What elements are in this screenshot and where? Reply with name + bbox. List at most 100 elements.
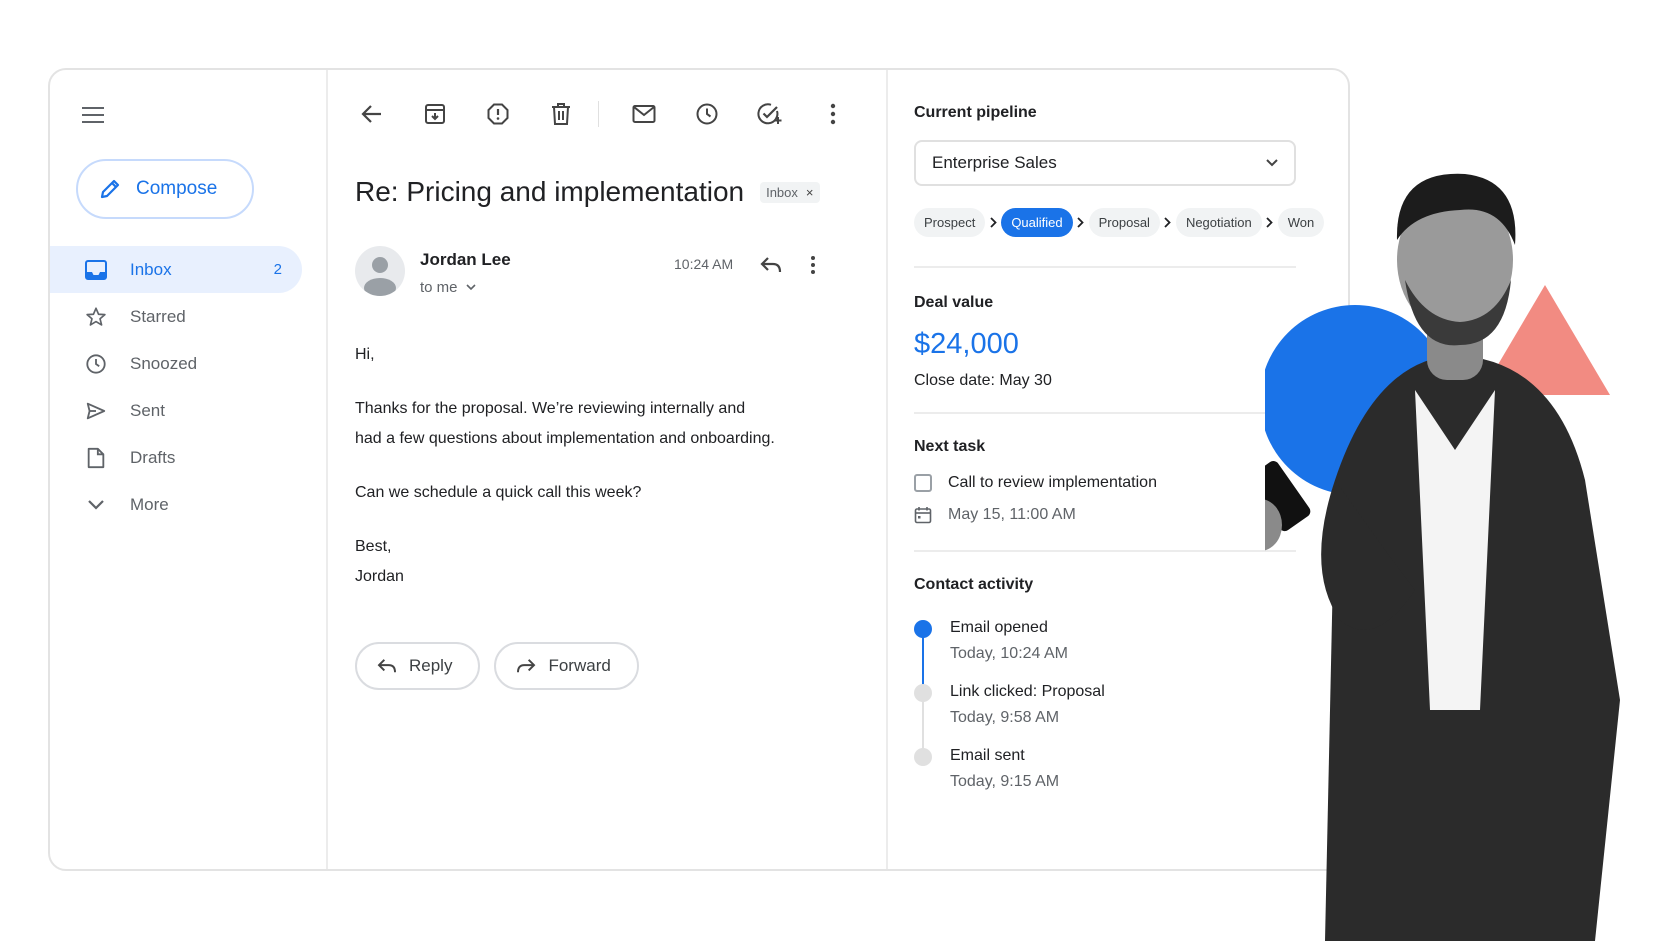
pipeline-stages: Prospect Qualified Proposal Negotiation … bbox=[914, 208, 1325, 237]
section-divider bbox=[914, 550, 1296, 552]
report-spam-button[interactable] bbox=[480, 96, 516, 132]
contact-activity-heading: Contact activity bbox=[914, 576, 1034, 593]
close-date: Close date: May 30 bbox=[914, 372, 1052, 389]
avatar[interactable] bbox=[355, 246, 405, 296]
toolbar-divider bbox=[598, 101, 599, 127]
email-paragraph: Can we schedule a quick call this week? bbox=[355, 484, 642, 501]
calendar-icon bbox=[914, 507, 932, 524]
activity-title: Email sent bbox=[950, 747, 1025, 764]
sidebar-item-starred[interactable]: Starred bbox=[50, 293, 302, 340]
pipeline-selected-value: Enterprise Sales bbox=[932, 153, 1057, 172]
forward-label: Forward bbox=[548, 656, 611, 675]
reply-actions: Reply Forward bbox=[355, 642, 639, 690]
timeline-dot bbox=[914, 620, 932, 638]
forward-button[interactable]: Forward bbox=[494, 642, 639, 690]
delete-icon bbox=[552, 103, 570, 125]
stage-negotiation[interactable]: Negotiation bbox=[1175, 208, 1262, 237]
person-icon bbox=[364, 257, 396, 296]
pencil-icon bbox=[100, 179, 120, 199]
sidebar-item-label: Snoozed bbox=[130, 353, 198, 373]
email-toolbar bbox=[354, 96, 878, 132]
person-with-phone-illustration bbox=[1265, 173, 1620, 941]
reply-label: Reply bbox=[409, 656, 453, 675]
deal-value: $24,000 bbox=[914, 328, 1019, 360]
pipeline-heading: Current pipeline bbox=[914, 104, 1037, 121]
sidebar: Compose Inbox 2 Starred Snoozed Sent Dra… bbox=[50, 70, 328, 869]
chevron-down-icon bbox=[465, 284, 476, 291]
snooze-button[interactable] bbox=[689, 96, 725, 132]
stage-prospect[interactable]: Prospect bbox=[914, 208, 986, 237]
sidebar-item-sent[interactable]: Sent bbox=[50, 387, 302, 434]
compose-label: Compose bbox=[136, 178, 218, 199]
mail-app-window: Compose Inbox 2 Starred Snoozed Sent Dra… bbox=[48, 68, 1350, 871]
pipeline-select[interactable]: Enterprise Sales bbox=[914, 140, 1296, 186]
chevron-right-icon bbox=[1160, 217, 1176, 228]
main-menu-button[interactable] bbox=[78, 100, 108, 130]
reply-icon bbox=[760, 257, 782, 273]
activity-time: Today, 9:58 AM bbox=[950, 709, 1060, 726]
sidebar-nav: Inbox 2 Starred Snoozed Sent Drafts More bbox=[50, 246, 302, 528]
activity-item[interactable]: Email sent Today, 9:15 AM bbox=[914, 746, 1105, 810]
star-icon bbox=[84, 305, 108, 329]
compose-button[interactable]: Compose bbox=[76, 159, 254, 219]
sidebar-item-drafts[interactable]: Drafts bbox=[50, 434, 302, 481]
activity-item[interactable]: Link clicked: Proposal Today, 9:58 AM bbox=[914, 682, 1105, 746]
unread-count-badge: 2 bbox=[273, 261, 282, 278]
email-paragraph: Thanks for the proposal. We’re reviewing… bbox=[355, 394, 825, 454]
sidebar-item-label: Inbox bbox=[130, 259, 172, 279]
recipient-label: to me bbox=[420, 279, 458, 296]
email-signature: Jordan bbox=[355, 568, 404, 585]
send-icon bbox=[84, 399, 108, 423]
sidebar-item-snoozed[interactable]: Snoozed bbox=[50, 340, 302, 387]
mark-unread-icon bbox=[632, 105, 656, 123]
sidebar-item-more[interactable]: More bbox=[50, 481, 302, 528]
activity-time: Today, 10:24 AM bbox=[950, 645, 1068, 662]
remove-label-icon[interactable]: × bbox=[806, 185, 814, 200]
activity-item[interactable]: Email opened Today, 10:24 AM bbox=[914, 618, 1105, 682]
section-divider bbox=[914, 412, 1296, 414]
recipient-details-toggle[interactable]: to me bbox=[420, 279, 476, 296]
draft-icon bbox=[84, 446, 108, 470]
email-signoff-line: Best, bbox=[355, 538, 392, 555]
delete-button[interactable] bbox=[543, 96, 579, 132]
archive-icon bbox=[425, 104, 445, 124]
label-chip-text: Inbox bbox=[766, 184, 798, 200]
sidebar-item-label: Drafts bbox=[130, 447, 176, 467]
back-button[interactable] bbox=[354, 96, 390, 132]
email-greeting: Hi, bbox=[355, 346, 375, 363]
mark-unread-button[interactable] bbox=[626, 96, 662, 132]
chevron-down-icon bbox=[84, 493, 108, 517]
sidebar-item-label: Sent bbox=[130, 400, 165, 420]
activity-title: Email opened bbox=[950, 619, 1048, 636]
archive-button[interactable] bbox=[417, 96, 453, 132]
sender-name[interactable]: Jordan Lee bbox=[420, 250, 511, 270]
more-vert-icon bbox=[811, 256, 815, 274]
deal-value-heading: Deal value bbox=[914, 294, 994, 311]
label-chip: Inbox × bbox=[760, 181, 820, 203]
next-task-heading: Next task bbox=[914, 438, 986, 455]
quick-reply-button[interactable] bbox=[756, 250, 786, 280]
inbox-icon bbox=[84, 258, 108, 282]
task-due-date: May 15, 11:00 AM bbox=[948, 506, 1076, 523]
message-more-button[interactable] bbox=[798, 250, 828, 280]
clock-icon bbox=[84, 352, 108, 376]
add-task-button[interactable] bbox=[752, 96, 788, 132]
subject-row: Re: Pricing and implementation Inbox × bbox=[355, 176, 820, 208]
more-options-button[interactable] bbox=[815, 96, 851, 132]
message-time: 10:24 AM bbox=[674, 256, 734, 272]
hamburger-menu-icon bbox=[82, 107, 104, 123]
stage-qualified[interactable]: Qualified bbox=[1001, 208, 1073, 237]
email-paragraph-line: had a few questions about implementation… bbox=[355, 430, 775, 447]
sidebar-item-inbox[interactable]: Inbox 2 bbox=[50, 246, 302, 293]
activity-title: Link clicked: Proposal bbox=[950, 683, 1105, 700]
sidebar-item-label: Starred bbox=[130, 306, 186, 326]
stage-proposal[interactable]: Proposal bbox=[1088, 208, 1160, 237]
timeline-dot bbox=[914, 748, 932, 766]
email-paragraph-line: Thanks for the proposal. We’re reviewing… bbox=[355, 400, 746, 417]
reply-icon bbox=[377, 659, 396, 673]
email-signoff: Best, Jordan bbox=[355, 532, 825, 592]
email-subject: Re: Pricing and implementation bbox=[355, 176, 745, 207]
task-checkbox[interactable] bbox=[914, 474, 932, 492]
email-view: Re: Pricing and implementation Inbox × J… bbox=[328, 70, 888, 869]
reply-button[interactable]: Reply bbox=[355, 642, 481, 690]
